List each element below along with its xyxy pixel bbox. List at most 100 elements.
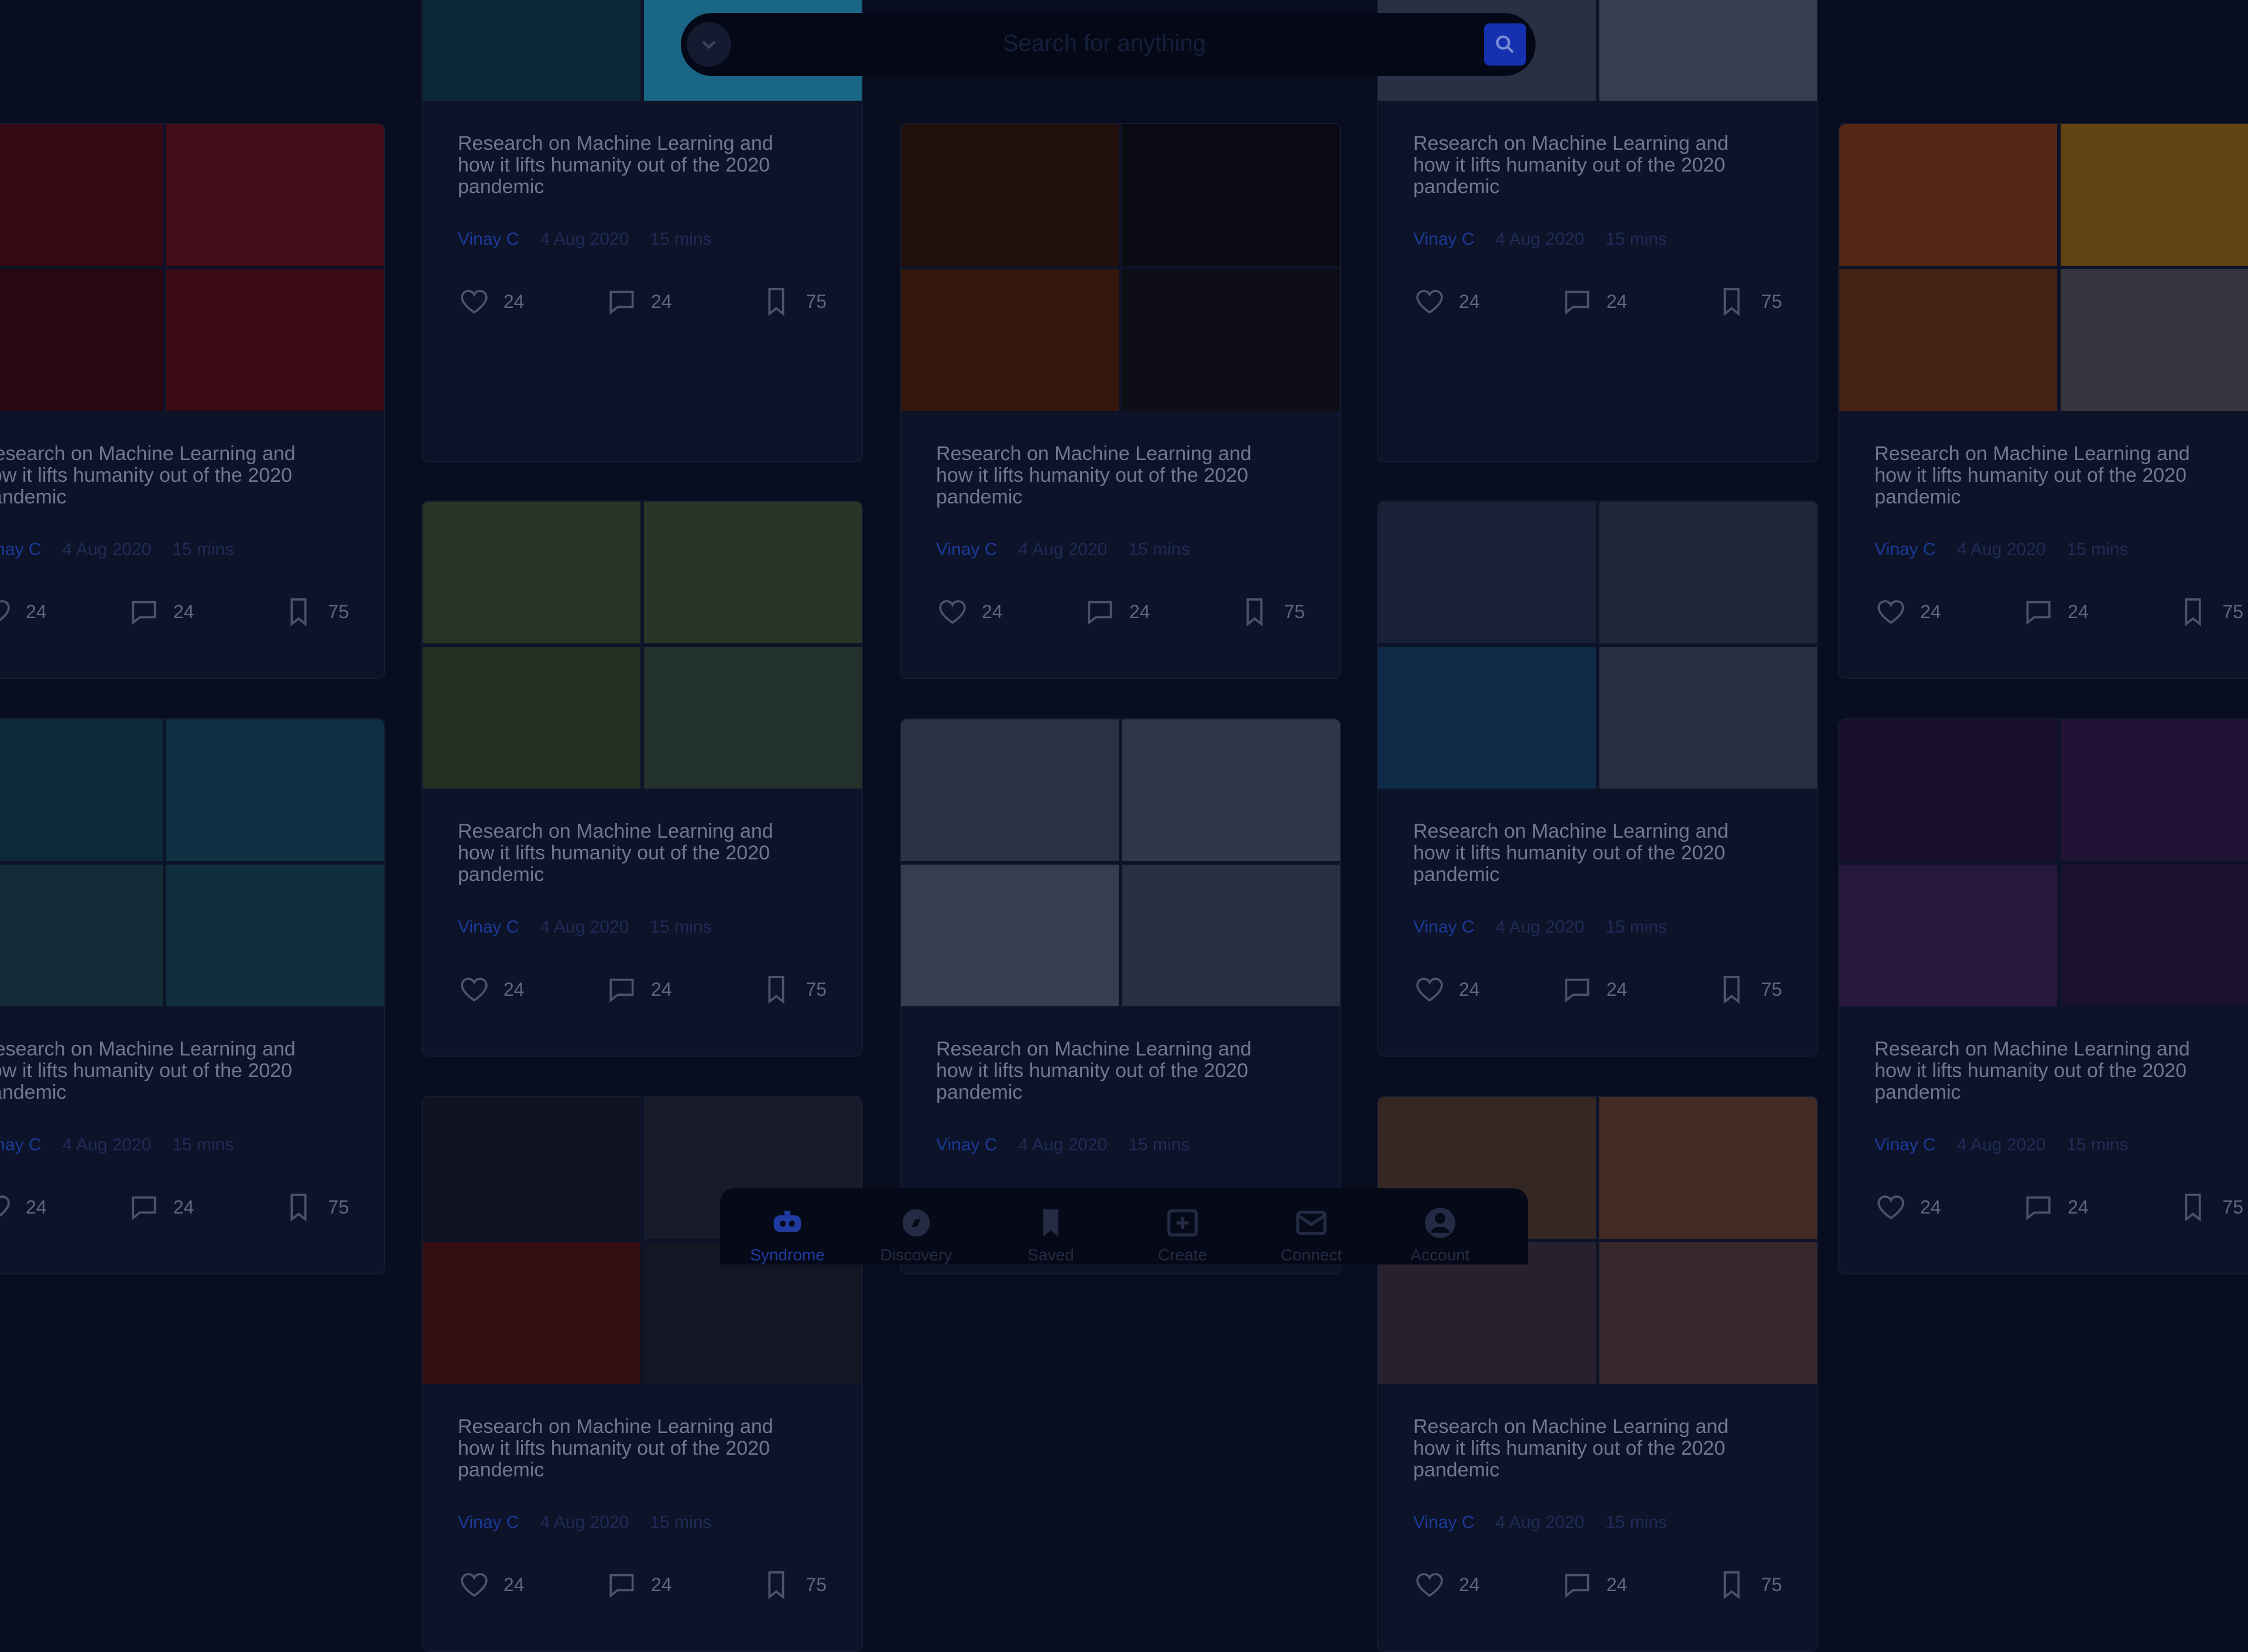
article-title[interactable]: Research on Machine Learning and how it … [458, 1416, 815, 1481]
article-card[interactable]: Research on Machine Learning and how it … [1377, 501, 1818, 1057]
comment-button[interactable]: 24 [605, 1568, 672, 1601]
read-time: 15 mins [1128, 540, 1190, 559]
lanterns-image[interactable] [0, 124, 384, 411]
comment-button[interactable]: 24 [1561, 1568, 1627, 1601]
comment-button[interactable]: 24 [2022, 1191, 2089, 1223]
comment-button-count: 24 [1606, 1574, 1627, 1595]
comment-button[interactable]: 24 [605, 973, 672, 1006]
architecture-waves-image[interactable] [1378, 502, 1817, 789]
save-button[interactable]: 75 [760, 1568, 827, 1601]
article-card[interactable]: Research on Machine Learning and how it … [0, 123, 385, 679]
green-building-image[interactable] [423, 502, 862, 789]
author-name[interactable]: Vinay C [0, 540, 42, 559]
author-name[interactable]: Vinay C [458, 917, 519, 937]
author-name[interactable]: Vinay C [936, 540, 998, 559]
heart-icon [461, 290, 488, 314]
article-meta: Vinay C 4 Aug 2020 15 mins [0, 540, 234, 560]
article-title[interactable]: Research on Machine Learning and how it … [0, 1039, 337, 1103]
blue-wall-plants-image[interactable] [0, 719, 384, 1006]
like-button[interactable]: 24 [1413, 285, 1480, 318]
like-button[interactable]: 24 [458, 1568, 525, 1601]
article-card[interactable]: Research on Machine Learning and how it … [422, 1096, 863, 1652]
heart-icon [0, 600, 10, 622]
save-button[interactable]: 75 [1715, 285, 1782, 318]
like-button-count: 24 [1459, 978, 1480, 1000]
search-input[interactable]: Search for anything [1003, 30, 1206, 57]
save-button[interactable]: 75 [760, 973, 827, 1006]
article-stats: 24 24 75 [1413, 285, 1782, 320]
like-button[interactable]: 24 [1413, 1568, 1480, 1601]
article-card[interactable]: Research on Machine Learning and how it … [1838, 718, 2248, 1274]
comment-button[interactable]: 24 [1561, 973, 1627, 1006]
author-name[interactable]: Vinay C [1875, 1135, 1936, 1154]
comment-button[interactable]: 24 [1561, 285, 1627, 318]
heart-icon [1416, 1573, 1443, 1597]
save-button[interactable]: 75 [1715, 973, 1782, 1006]
article-card[interactable]: Research on Machine Learning and how it … [0, 718, 385, 1274]
comment-button[interactable]: 24 [2022, 595, 2089, 628]
article-title[interactable]: Research on Machine Learning and how it … [936, 443, 1293, 508]
nav-syndrome[interactable]: Syndrome [738, 1205, 837, 1264]
article-card[interactable]: Research on Machine Learning and how it … [422, 501, 863, 1057]
nav-account[interactable]: Account [1390, 1205, 1490, 1264]
like-button[interactable]: 24 [0, 595, 47, 628]
like-button-count: 24 [1459, 290, 1480, 312]
save-button[interactable]: 75 [2177, 595, 2243, 628]
author-name[interactable]: Vinay C [936, 1135, 998, 1154]
comment-button[interactable]: 24 [128, 595, 194, 628]
nav-saved[interactable]: Saved [1001, 1205, 1101, 1264]
comment-button[interactable]: 24 [128, 1191, 194, 1223]
like-button-count: 24 [982, 601, 1003, 622]
dropdown-button[interactable] [687, 22, 731, 67]
neuron-image[interactable] [1839, 719, 2248, 1006]
drone-image[interactable] [901, 719, 1340, 1006]
author-name[interactable]: Vinay C [1875, 540, 1936, 559]
bookmark-icon [768, 288, 784, 316]
article-card[interactable]: Research on Machine Learning and how it … [1838, 123, 2248, 679]
save-button[interactable]: 75 [282, 1191, 349, 1223]
save-button[interactable]: 75 [1238, 595, 1305, 628]
article-title[interactable]: Research on Machine Learning and how it … [458, 133, 815, 198]
bottom-navigation: Syndrome Discovery Saved Create Connect Accou… [720, 1188, 1528, 1264]
nav-discovery[interactable]: Discovery [866, 1205, 966, 1264]
save-button[interactable]: 75 [2177, 1191, 2243, 1223]
article-title[interactable]: Research on Machine Learning and how it … [0, 443, 337, 508]
like-button[interactable]: 24 [1875, 1191, 1941, 1223]
like-button[interactable]: 24 [1875, 595, 1941, 628]
read-time: 15 mins [172, 540, 234, 559]
article-title[interactable]: Research on Machine Learning and how it … [1413, 821, 1770, 886]
author-name[interactable]: Vinay C [1413, 1513, 1475, 1532]
like-button[interactable]: 24 [0, 1191, 47, 1223]
fire-image[interactable] [901, 124, 1340, 411]
article-title[interactable]: Research on Machine Learning and how it … [1413, 133, 1770, 198]
article-title[interactable]: Research on Machine Learning and how it … [458, 821, 815, 886]
article-card[interactable]: Research on Machine Learning and how it … [900, 123, 1341, 679]
author-name[interactable]: Vinay C [0, 1135, 42, 1154]
article-title[interactable]: Research on Machine Learning and how it … [936, 1039, 1293, 1103]
like-button[interactable]: 24 [458, 285, 525, 318]
publish-date: 4 Aug 2020 [1495, 1513, 1585, 1532]
nav-connect[interactable]: Connect [1262, 1205, 1361, 1264]
search-button[interactable] [1484, 23, 1526, 66]
author-name[interactable]: Vinay C [458, 1513, 519, 1532]
like-button[interactable]: 24 [936, 595, 1003, 628]
save-button[interactable]: 75 [1715, 1568, 1782, 1601]
nav-create[interactable]: Create [1133, 1205, 1232, 1264]
author-name[interactable]: Vinay C [1413, 917, 1475, 937]
author-name[interactable]: Vinay C [458, 229, 519, 249]
like-button[interactable]: 24 [1413, 973, 1480, 1006]
article-card[interactable]: Research on Machine Learning and how it … [1377, 1096, 1818, 1652]
save-button-count: 75 [328, 1196, 349, 1218]
article-title[interactable]: Research on Machine Learning and how it … [1875, 443, 2232, 508]
author-name[interactable]: Vinay C [1413, 229, 1475, 249]
book-cover-image[interactable] [1839, 124, 2248, 411]
article-title[interactable]: Research on Machine Learning and how it … [1413, 1416, 1770, 1481]
save-button[interactable]: 75 [282, 595, 349, 628]
like-button[interactable]: 24 [458, 973, 525, 1006]
nav-label: Discovery [880, 1246, 952, 1264]
article-meta: Vinay C 4 Aug 2020 15 mins [1875, 540, 2128, 560]
article-title[interactable]: Research on Machine Learning and how it … [1875, 1039, 2232, 1103]
comment-button[interactable]: 24 [605, 285, 672, 318]
comment-button[interactable]: 24 [1084, 595, 1150, 628]
save-button[interactable]: 75 [760, 285, 827, 318]
